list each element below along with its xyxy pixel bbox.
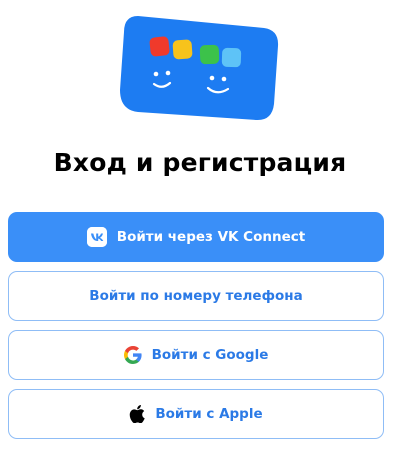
vk-icon (86, 227, 107, 247)
google-icon (123, 346, 142, 364)
apple-login-button[interactable]: Войти с Apple (8, 389, 384, 439)
vk-connect-label: Войти через VK Connect (116, 229, 306, 245)
apple-login-label: Войти с Apple (155, 406, 263, 422)
apple-icon (129, 405, 146, 423)
login-screen: Вход и регистрация Войти через VK Connec… (0, 0, 400, 451)
google-login-button[interactable]: Войти с Google (8, 330, 384, 380)
app-logo (116, 6, 286, 124)
google-login-label: Войти с Google (151, 347, 269, 363)
phone-login-button[interactable]: Войти по номеру телефона (8, 271, 384, 321)
vk-connect-button[interactable]: Войти через VK Connect (8, 212, 384, 262)
page-title: Вход и регистрация (53, 148, 347, 177)
phone-login-label: Войти по номеру телефона (89, 288, 303, 304)
